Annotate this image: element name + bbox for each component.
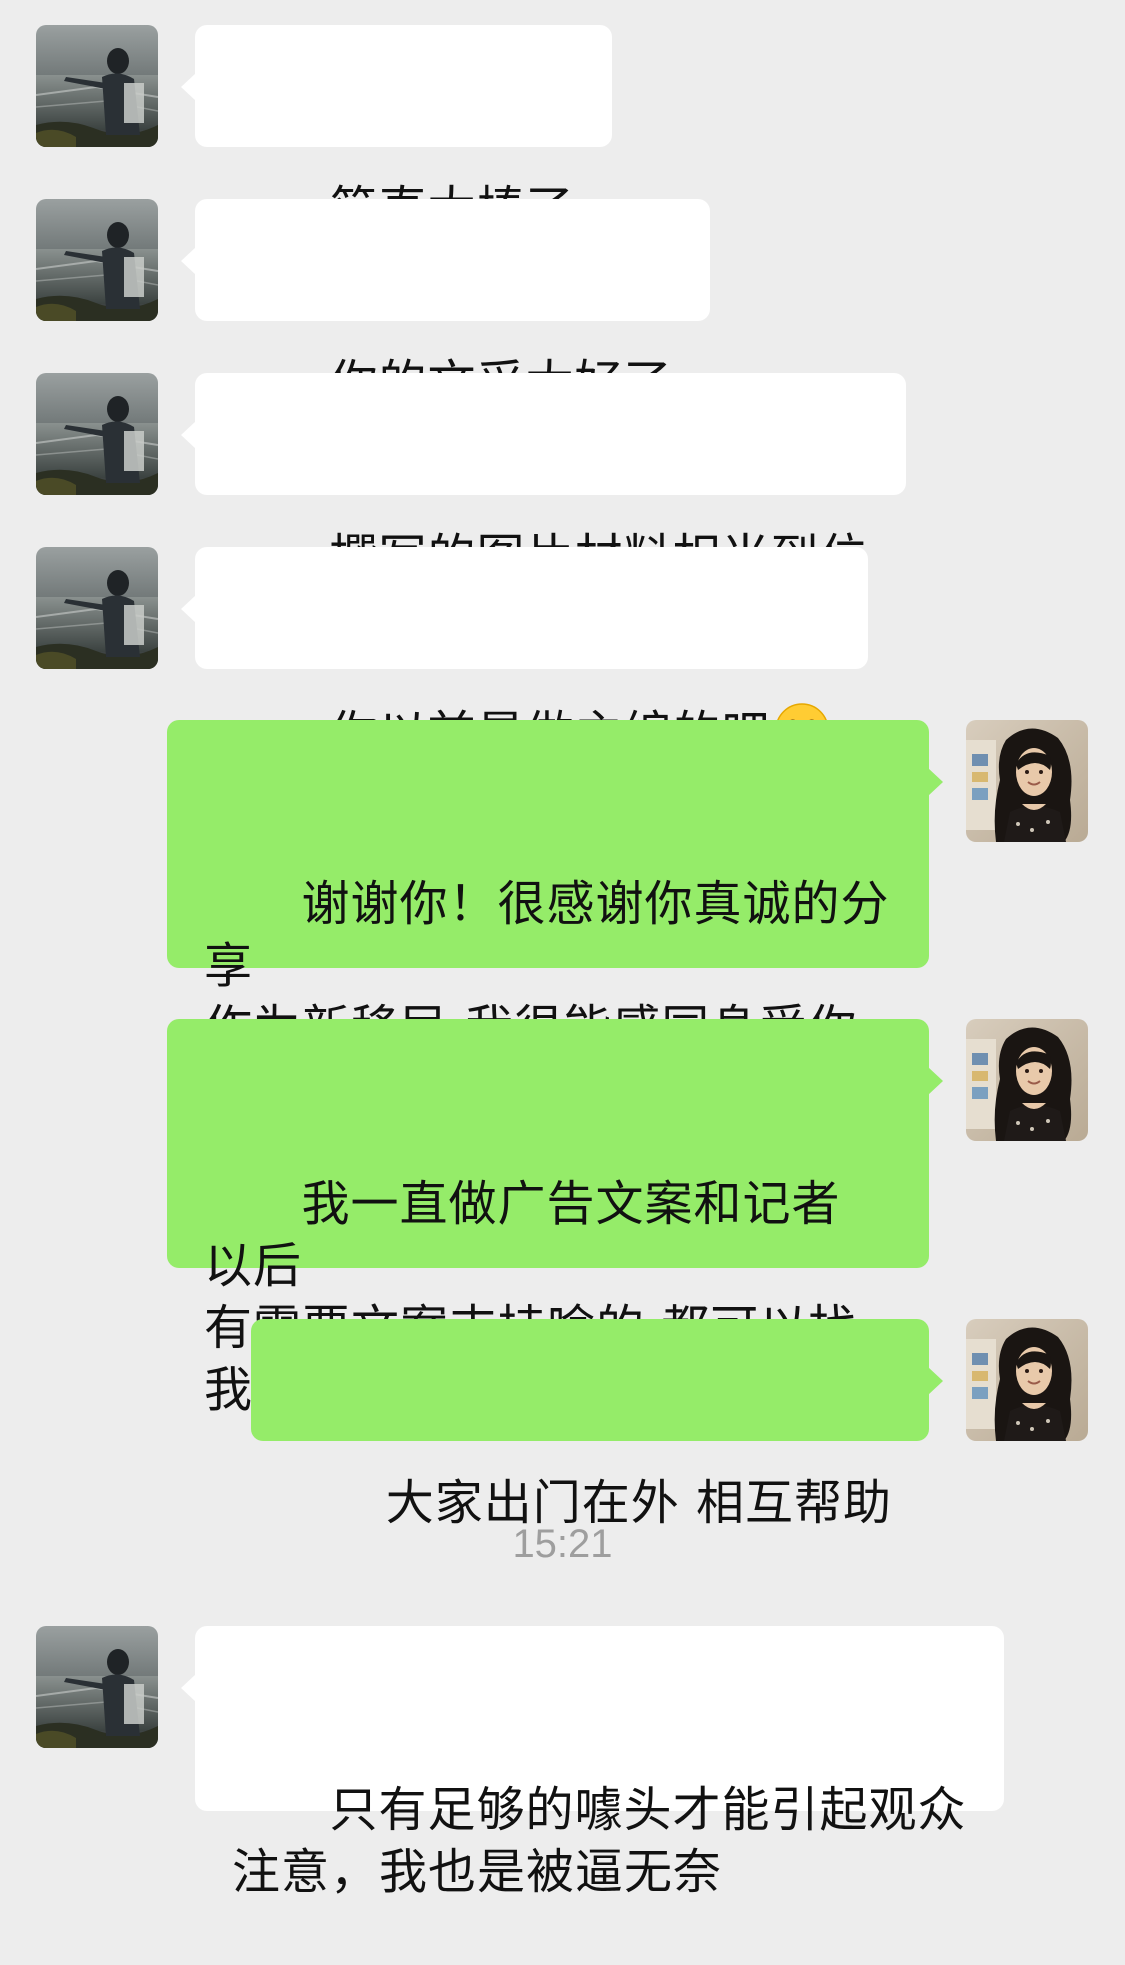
incoming-message-bubble[interactable]: 撰写的图片材料相当到位 [181,373,906,585]
incoming-message-bubble[interactable]: 你以前是做主编的吧 [181,547,868,762]
self-avatar[interactable] [966,1319,1088,1441]
bubble-tail [928,1367,943,1395]
self-avatar[interactable] [966,1019,1088,1141]
contact-avatar[interactable] [36,199,158,321]
bubble-tail [181,73,196,101]
message-text: 只有足够的噱头才能引起观众 注意，我也是被逼无奈 [232,1782,967,1900]
incoming-message-bubble[interactable]: 只有足够的噱头才能引起观众 注意，我也是被逼无奈 [181,1626,1004,1900]
bubble-tail [928,768,943,796]
incoming-message-bubble[interactable]: 你的文采太好了 [181,199,710,411]
timestamp: 15:21 [512,1522,613,1566]
contact-avatar[interactable] [36,25,158,147]
bubble-tail [181,1674,196,1702]
bubble-tail [181,247,196,275]
outgoing-message-bubble[interactable]: 大家出门在外 相互帮助 [251,1319,943,1531]
outgoing-message-bubble[interactable]: 我一直做广告文案和记者 以后 有需要文案支持啥的 都可以找 我 [167,1019,943,1418]
incoming-message-bubble[interactable]: 简直太棒了 [181,25,612,237]
contact-avatar[interactable] [36,547,158,669]
contact-avatar[interactable] [36,373,158,495]
outgoing-message-bubble[interactable]: 谢谢你！很感谢你真诚的分享 作为新移民 我很能感同身受你 的故事 [167,720,943,1118]
bubble-tail [928,1067,943,1095]
self-avatar[interactable] [966,720,1088,842]
contact-avatar[interactable] [36,1626,158,1748]
bubble-tail [181,421,196,449]
chat-message-list[interactable]: 简直太棒了 你的文采太好了 撰写的图片材料相当到位 你以前是做主编的吧 [0,0,1125,1900]
bubble-tail [181,595,196,623]
